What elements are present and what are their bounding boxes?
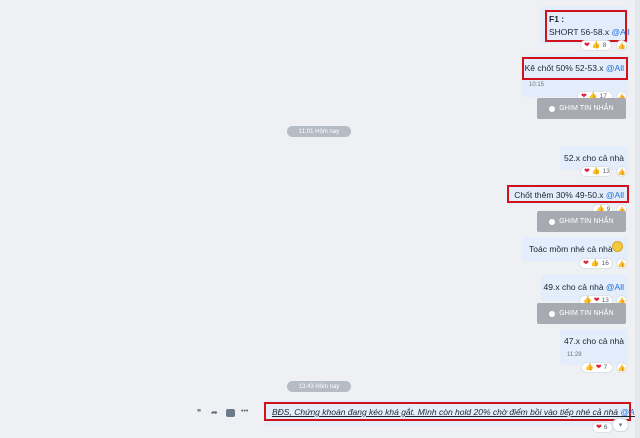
thumbs-up-icon: 👍 — [585, 364, 594, 371]
mention-all[interactable]: @All — [606, 63, 624, 73]
message-text: 47.x cho cả nhà — [563, 336, 624, 346]
mention-all[interactable]: @All — [606, 190, 624, 200]
chevron-down-icon[interactable]: ▾ — [612, 418, 629, 432]
reaction-summary[interactable]: ❤ 👍 13 — [580, 166, 612, 177]
mention-all[interactable]: @All — [606, 282, 624, 292]
heart-icon: ❤ — [584, 42, 590, 49]
message-text-body: 49.x cho cả nhà — [543, 282, 606, 292]
like-outline-icon[interactable]: 👍 — [616, 166, 627, 177]
message-text-body: BĐS, Chứng khoán đang kéo khá gắt. Mình … — [272, 407, 621, 417]
pin-icon — [549, 310, 556, 317]
heart-icon: ❤ — [583, 260, 589, 267]
reaction-count: 7 — [603, 364, 608, 371]
message-text: 52.x cho cả nhà — [563, 153, 624, 163]
thumbs-up-icon: 👍 — [591, 168, 601, 175]
pin-icon — [549, 218, 556, 225]
pin-message-button[interactable]: GHIM TIN NHẮN — [537, 211, 626, 232]
reaction-summary[interactable]: ❤ 6 — [592, 422, 613, 433]
message-text-body: Kê chốt 50% 52-53.x — [524, 63, 606, 73]
smile-emoji-icon — [612, 241, 623, 252]
message-text-body: Chốt thêm 30% 49-50.x — [514, 190, 606, 200]
scrollbar[interactable] — [635, 0, 640, 438]
quote-icon[interactable]: ❞ — [197, 408, 201, 417]
time-divider: 11:01 Hôm nay — [287, 126, 351, 137]
pin-icon[interactable] — [226, 409, 235, 417]
like-outline-icon[interactable]: 👍 — [616, 362, 627, 373]
heart-icon: ❤ — [584, 168, 590, 175]
reaction-count: 13 — [602, 168, 610, 175]
heart-icon: ❤ — [595, 364, 602, 371]
highlight-box — [545, 10, 627, 42]
pin-label: GHIM TIN NHẮN — [559, 310, 614, 317]
thumbs-up-icon: 👍 — [590, 260, 600, 267]
reaction-count: 6 — [603, 424, 608, 431]
thumbs-up-icon: 👍 — [591, 42, 601, 49]
reaction-count: 8 — [602, 42, 607, 49]
heart-icon: ❤ — [596, 424, 602, 431]
reaction-summary[interactable]: ❤ 👍 16 — [579, 258, 613, 269]
reaction-summary[interactable]: ❤ 👍 8 — [580, 40, 612, 51]
message-time: 10:15 — [529, 82, 545, 88]
message-text: Toác mồm nhé cả nhà — [529, 244, 613, 254]
message-text: Chốt thêm 30% 49-50.x @All — [514, 190, 624, 200]
reaction-summary[interactable]: 👍 ❤ 7 — [581, 362, 613, 373]
more-icon[interactable]: ••• — [241, 408, 248, 415]
like-outline-icon[interactable]: 👍 — [616, 40, 627, 51]
message-text: BĐS, Chứng khoán đang kéo khá gắt. Mình … — [272, 407, 637, 417]
pin-message-button[interactable]: GHIM TIN NHẮN — [537, 303, 626, 324]
pin-label: GHIM TIN NHẮN — [559, 218, 614, 225]
forward-icon[interactable]: ➦ — [211, 408, 218, 417]
message-text: 49.x cho cả nhà @All — [544, 282, 624, 292]
message-time: 11:28 — [567, 352, 582, 358]
like-outline-icon[interactable]: 👍 — [616, 258, 627, 269]
pin-label: GHIM TIN NHẮN — [559, 105, 614, 112]
time-divider: 13:43 Hôm nay — [287, 381, 351, 392]
pin-icon — [549, 105, 556, 112]
message-bubble — [560, 329, 628, 365]
pin-message-button[interactable]: GHIM TIN NHẮN — [537, 98, 626, 119]
message-text: Kê chốt 50% 52-53.x @All — [525, 63, 624, 73]
reaction-count: 16 — [601, 260, 609, 267]
